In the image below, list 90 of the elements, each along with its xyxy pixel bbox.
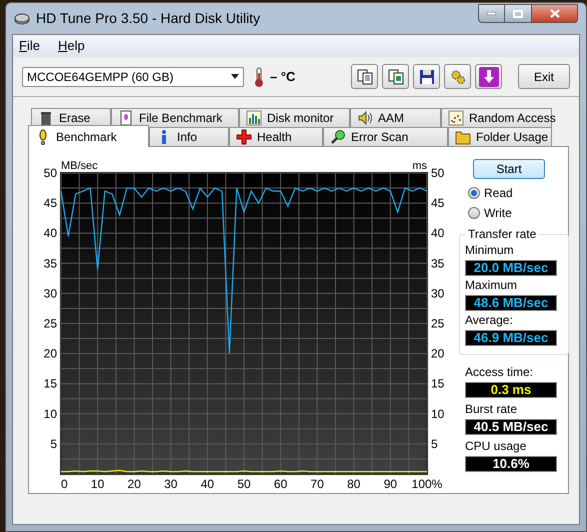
readout-label: Minimum <box>465 243 515 257</box>
trash-icon <box>38 110 54 126</box>
toolbar-button[interactable] <box>382 64 409 89</box>
x-tick-label: 70 <box>310 477 324 491</box>
axis-unit: ms <box>412 160 427 172</box>
y-tick-label: 5 <box>50 436 57 451</box>
readout-value: 10.6% <box>492 457 530 471</box>
scatter-icon <box>448 110 464 126</box>
tab[interactable]: Health <box>229 127 323 147</box>
y-tick-label: 10 <box>44 406 57 421</box>
y-tick-label: 50 <box>431 166 444 180</box>
x-tick-label: 20 <box>128 477 141 491</box>
drive-dropdown[interactable]: MCCOE64GEMPP (60 GB) <box>22 66 244 86</box>
radio-label: Read <box>484 185 513 202</box>
readout-value: 48.6 MB/sec <box>474 296 548 310</box>
tab[interactable]: Disk monitor <box>239 108 350 128</box>
toolbar-button[interactable] <box>444 64 471 89</box>
close-icon <box>550 9 560 18</box>
temperature-reading: – °C <box>270 68 296 86</box>
y-tick-label: 40 <box>431 226 444 240</box>
y-tick-label: 45 <box>44 196 57 210</box>
tab[interactable]: Error Scan <box>323 127 448 147</box>
x-tick-label: 90 <box>384 477 398 491</box>
y-tick-label: 35 <box>44 256 57 270</box>
toolbar-button[interactable] <box>351 64 378 89</box>
cross-icon <box>236 129 252 145</box>
x-tick-label: 100% <box>412 477 442 491</box>
axis-unit: MB/sec <box>61 160 98 172</box>
readout-value: 0.3 ms <box>490 383 532 397</box>
menu-item[interactable]: Help <box>58 36 85 56</box>
tab[interactable]: Info <box>149 127 229 147</box>
x-tick-label: 40 <box>200 477 214 491</box>
close-button[interactable] <box>532 4 578 23</box>
maximize-icon <box>513 10 523 18</box>
readout-label: Burst rate <box>465 402 518 416</box>
x-tick-label: 10 <box>90 477 104 491</box>
maximize-button[interactable] <box>505 4 532 23</box>
menu-item[interactable]: File <box>19 36 40 56</box>
bar-chart-icon <box>246 110 262 126</box>
magnifier-icon <box>330 129 346 145</box>
y-tick-label: 15 <box>44 376 57 391</box>
speaker-icon <box>357 110 373 126</box>
tab[interactable]: AAM <box>350 108 441 128</box>
radio-button[interactable] <box>468 187 480 199</box>
x-tick-label: 80 <box>347 477 360 491</box>
disk-icon <box>14 10 30 26</box>
toolbar-button[interactable] <box>475 64 502 89</box>
y-tick-label: 40 <box>44 226 57 240</box>
copy-icon <box>388 68 404 84</box>
readout-label: Access time: <box>465 365 534 379</box>
y-tick-label: 15 <box>431 376 444 391</box>
gears-icon <box>450 68 466 84</box>
y-tick-label: 35 <box>431 256 444 270</box>
toolbar-button[interactable] <box>413 64 440 89</box>
tab[interactable]: Folder Usage <box>448 127 552 147</box>
radio-label: Write <box>484 205 512 222</box>
copy-icon <box>356 68 372 84</box>
save-icon <box>418 68 434 84</box>
tab[interactable]: Benchmark <box>28 125 149 147</box>
y-tick-label: 30 <box>44 286 57 300</box>
thermometer-icon <box>254 66 264 86</box>
minimize-button[interactable] <box>478 4 505 23</box>
y-tick-label: 20 <box>431 346 444 361</box>
y-tick-label: 5 <box>431 436 438 451</box>
radio-button[interactable] <box>468 207 480 219</box>
document-icon <box>118 110 134 126</box>
x-tick-label: 60 <box>274 477 288 491</box>
y-tick-label: 20 <box>44 346 57 361</box>
y-tick-label: 25 <box>44 316 57 330</box>
x-tick-label: 0 <box>61 477 68 491</box>
y-tick-label: 25 <box>431 316 444 330</box>
y-tick-label: 45 <box>431 196 444 210</box>
group-title: Transfer rate <box>466 227 538 241</box>
readout-label: Average: <box>465 313 514 327</box>
start-button[interactable]: Start <box>473 159 545 179</box>
tab[interactable]: File Benchmark <box>111 108 239 128</box>
readout-value: 46.9 MB/sec <box>474 331 548 345</box>
caret-icon <box>231 74 239 79</box>
exit-button[interactable]: Exit <box>518 64 570 89</box>
readout-label: CPU usage <box>465 439 528 453</box>
x-tick-label: 30 <box>164 477 178 491</box>
minimize-icon <box>487 12 496 15</box>
readout-value: 20.0 MB/sec <box>474 261 548 275</box>
y-tick-label: 30 <box>431 286 444 300</box>
window-title: HD Tune Pro 3.50 - Hard Disk Utility <box>36 9 260 28</box>
y-tick-label: 50 <box>44 166 57 180</box>
readout-value: 40.5 MB/sec <box>474 420 548 434</box>
y-tick-label: 10 <box>431 406 444 421</box>
readout-label: Maximum <box>465 278 518 292</box>
x-tick-label: 50 <box>237 477 251 491</box>
